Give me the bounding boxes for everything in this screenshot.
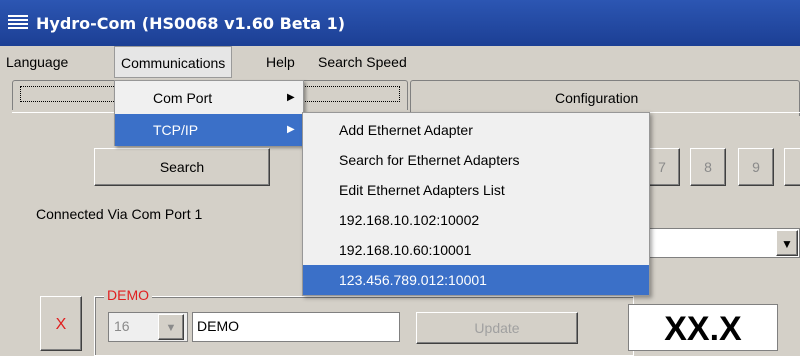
window-title: Hydro-Com (HS0068 v1.60 Beta 1) bbox=[36, 14, 346, 33]
connection-status: Connected Via Com Port 1 bbox=[36, 206, 203, 222]
tab-configuration-label: Configuration bbox=[555, 90, 639, 106]
menu-search-speed[interactable]: Search Speed bbox=[312, 46, 413, 78]
menu-item-search-ethernet-adapters[interactable]: Search for Ethernet Adapters bbox=[303, 145, 649, 175]
update-button[interactable]: Update bbox=[416, 312, 578, 344]
menu-item-add-ethernet-adapter[interactable]: Add Ethernet Adapter bbox=[303, 115, 649, 145]
menu-item-edit-ethernet-adapters[interactable]: Edit Ethernet Adapters List bbox=[303, 175, 649, 205]
tcpip-submenu: Add Ethernet Adapter Search for Ethernet… bbox=[302, 112, 650, 296]
menu-item-tcpip-label: TCP/IP bbox=[153, 122, 199, 138]
close-sensor-button[interactable]: X bbox=[40, 296, 82, 351]
chevron-down-icon[interactable]: ▼ bbox=[158, 314, 184, 340]
address-value: 16 bbox=[114, 318, 130, 334]
number-button-8[interactable]: 8 bbox=[690, 148, 726, 186]
app-menu-icon[interactable] bbox=[8, 15, 28, 33]
number-button-9[interactable]: 9 bbox=[738, 148, 774, 186]
menu-communications[interactable]: Communications bbox=[114, 46, 233, 78]
menu-item-com-port[interactable]: Com Port ▶ bbox=[115, 82, 303, 114]
chevron-right-icon: ▶ bbox=[287, 92, 295, 103]
menu-bar: Language Communications Help Search Spee… bbox=[0, 46, 800, 78]
chevron-down-icon[interactable]: ▼ bbox=[776, 230, 798, 256]
chevron-right-icon: ▶ bbox=[287, 124, 295, 135]
menu-language[interactable]: Language bbox=[0, 46, 74, 78]
menu-item-com-port-label: Com Port bbox=[153, 90, 213, 106]
search-button[interactable]: Search bbox=[94, 148, 270, 186]
menu-item-adapter-2[interactable]: 192.168.10.60:10001 bbox=[303, 235, 649, 265]
value-readout: XX.X bbox=[628, 304, 778, 351]
menu-item-adapter-1[interactable]: 192.168.10.102:10002 bbox=[303, 205, 649, 235]
number-button-partial[interactable] bbox=[784, 148, 800, 186]
menu-help[interactable]: Help bbox=[260, 46, 301, 78]
sensor-name-field[interactable]: DEMO bbox=[192, 312, 400, 342]
sensor-group-label: DEMO bbox=[104, 287, 152, 303]
menu-item-tcpip[interactable]: TCP/IP ▶ bbox=[115, 114, 303, 146]
menu-item-adapter-3[interactable]: 123.456.789.012:10001 bbox=[303, 265, 649, 295]
communications-menu: Com Port ▶ TCP/IP ▶ bbox=[114, 80, 304, 146]
